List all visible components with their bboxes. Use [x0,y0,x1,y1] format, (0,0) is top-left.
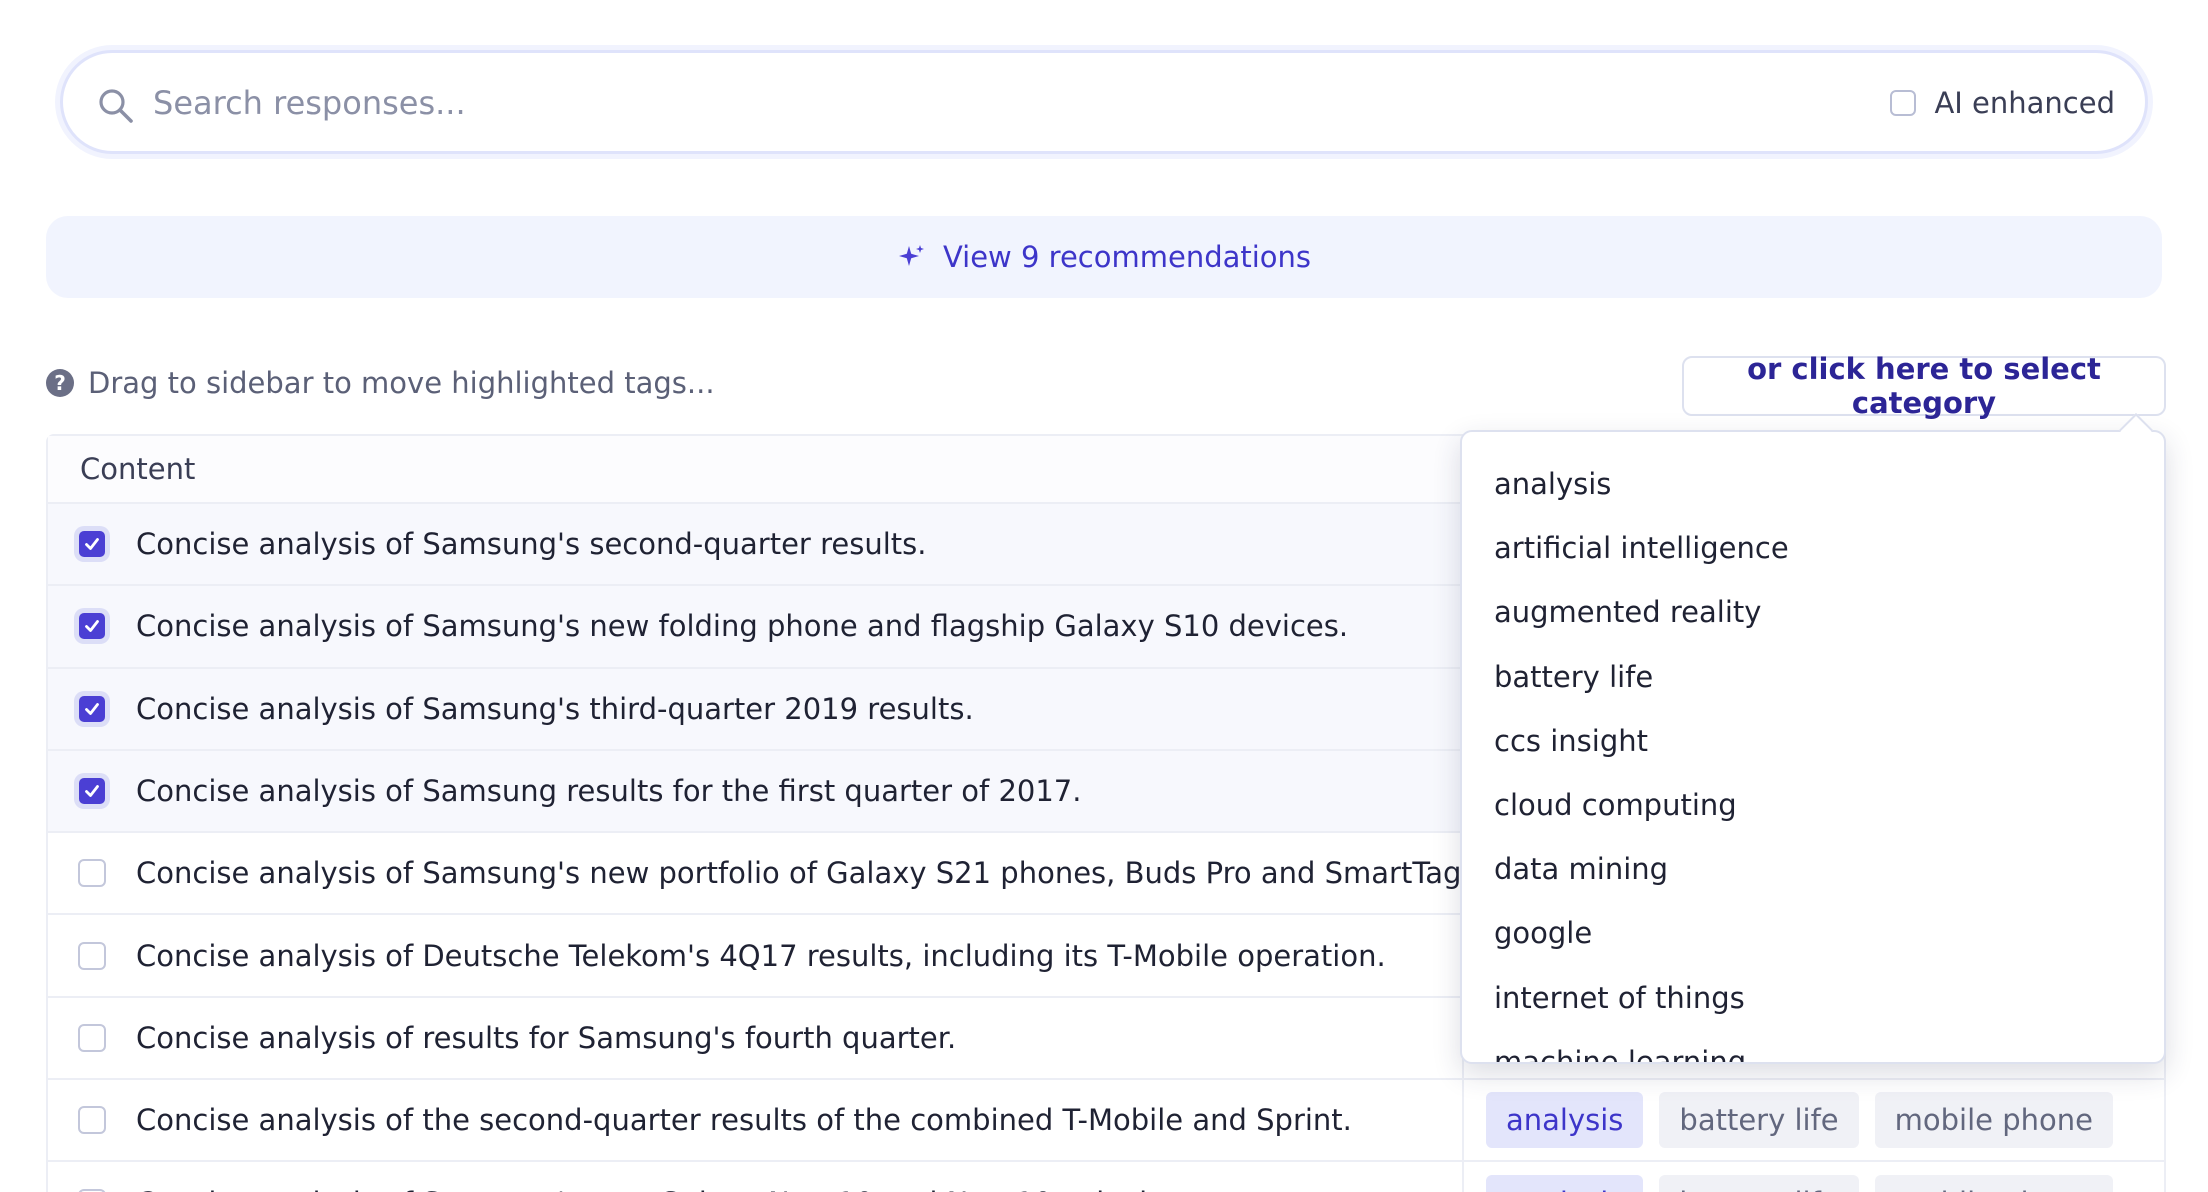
tag-chip[interactable]: mobile phone [1874,1092,2113,1149]
row-content-text: Concise analysis of Samsung's new portfo… [136,856,1471,891]
row-checkbox[interactable] [74,526,110,563]
category-option[interactable]: internet of things [1462,966,2164,1030]
category-option[interactable]: data mining [1462,837,2164,901]
checkbox-fill [79,613,105,640]
row-content-text: Concise analysis of Samsung's new foldin… [136,609,1349,644]
tag-chip[interactable]: mobile phone [1874,1174,2113,1192]
checkmark-icon [85,620,99,633]
row-checkbox[interactable] [74,608,110,645]
category-list: analysis artificial intelligence augmented… [1462,432,2164,1062]
checkbox-fill [79,531,105,558]
page: AI enhanced View 9 recommendations ? Dra… [0,0,2208,1192]
row-checkbox[interactable] [78,941,106,970]
category-option[interactable]: battery life [1462,645,2164,709]
category-option[interactable]: ccs insight [1462,709,2164,773]
checkmark-icon [85,702,99,715]
category-option[interactable]: augmented reality [1462,580,2164,644]
ai-enhanced-checkbox[interactable] [1890,90,1917,116]
search-input[interactable] [153,75,1853,131]
row-content-text: Concise analysis of Samsung's new Galaxy… [136,1186,1205,1192]
row-content-text: Concise analysis of Samsung results for … [136,774,1082,809]
row-tags-cell: analysis battery life mobile phone [1462,1162,2166,1192]
row-checkbox[interactable] [78,1106,106,1135]
row-content-text: Concise analysis of Deutsche Telekom's 4… [136,938,1386,973]
checkmark-icon [85,785,99,797]
ai-enhanced-toggle[interactable]: AI enhanced [1890,83,2115,123]
drag-hint-text: Drag to sidebar to move highlighted tags… [88,366,715,400]
search-bar: AI enhanced [60,50,2148,154]
row-checkbox[interactable] [74,690,110,727]
row-content-text: Concise analysis of the second-quarter r… [136,1103,1352,1138]
row-checkbox[interactable] [78,859,106,888]
sparkle-icon [898,245,924,266]
help-icon: ? [46,369,74,397]
row-checkbox[interactable] [74,773,110,810]
category-option[interactable]: google [1462,901,2164,965]
row-content-text: Concise analysis of results for Samsung'… [136,1020,957,1055]
table-row[interactable]: Concise analysis of Samsung's new Galaxy… [48,1162,2164,1192]
checkbox-fill [79,695,105,722]
category-option[interactable]: analysis [1462,452,2164,516]
category-option[interactable]: artificial intelligence [1462,516,2164,580]
row-checkbox[interactable] [78,1188,106,1192]
checkmark-icon [85,538,99,551]
checkbox-fill [79,778,105,805]
row-content-text: Concise analysis of Samsung's third-quar… [136,691,974,726]
select-category-button[interactable]: or click here to select category [1682,352,2166,420]
tag-chip[interactable]: battery life [1659,1092,1859,1149]
row-content-text: Concise analysis of Samsung's second-qua… [136,527,927,562]
ai-enhanced-label: AI enhanced [1934,86,2115,120]
row-tags-cell: analysis battery life mobile phone [1462,1080,2166,1161]
tag-chip[interactable]: analysis [1486,1174,1644,1192]
table-row[interactable]: Concise analysis of the second-quarter r… [48,1080,2166,1163]
tag-chip[interactable]: analysis [1486,1092,1644,1149]
recommendations-label: View 9 recommendations [942,240,1312,274]
view-recommendations-button[interactable]: View 9 recommendations [46,216,2162,298]
category-option[interactable]: machine learning [1462,1030,2164,1062]
category-dropdown[interactable]: analysis artificial intelligence augmented… [1460,430,2166,1064]
category-option[interactable]: cloud computing [1462,773,2164,837]
tag-chip[interactable]: battery life [1659,1174,1859,1192]
drag-hint: ? Drag to sidebar to move highlighted ta… [46,366,715,400]
row-checkbox[interactable] [78,1023,106,1052]
search-icon [99,89,133,123]
